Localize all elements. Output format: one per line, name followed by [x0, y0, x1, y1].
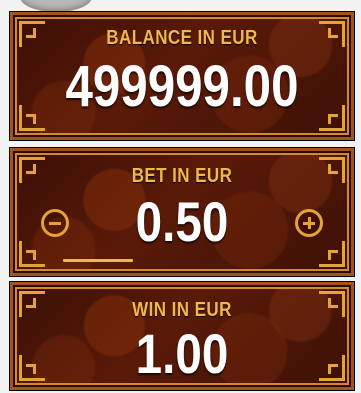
game-hud: BALANCE IN EUR 499999.00 BET IN EUR 0.50… — [0, 0, 361, 393]
win-panel: WIN IN EUR 1.00 — [10, 282, 354, 390]
bet-panel: BET IN EUR 0.50 — [10, 148, 354, 276]
minus-circle-icon[interactable] — [41, 209, 69, 237]
top-tab[interactable] — [20, 0, 92, 12]
win-label: WIN IN EUR — [132, 299, 232, 321]
balance-panel: BALANCE IN EUR 499999.00 — [10, 12, 354, 140]
bet-value: 0.50 — [135, 190, 229, 253]
balance-value: 499999.00 — [65, 54, 299, 119]
plus-circle-icon[interactable] — [295, 209, 323, 237]
bet-label: BET IN EUR — [131, 165, 233, 187]
bet-level-bar — [63, 259, 133, 262]
balance-label: BALANCE IN EUR — [106, 27, 258, 49]
win-value: 1.00 — [135, 322, 229, 385]
